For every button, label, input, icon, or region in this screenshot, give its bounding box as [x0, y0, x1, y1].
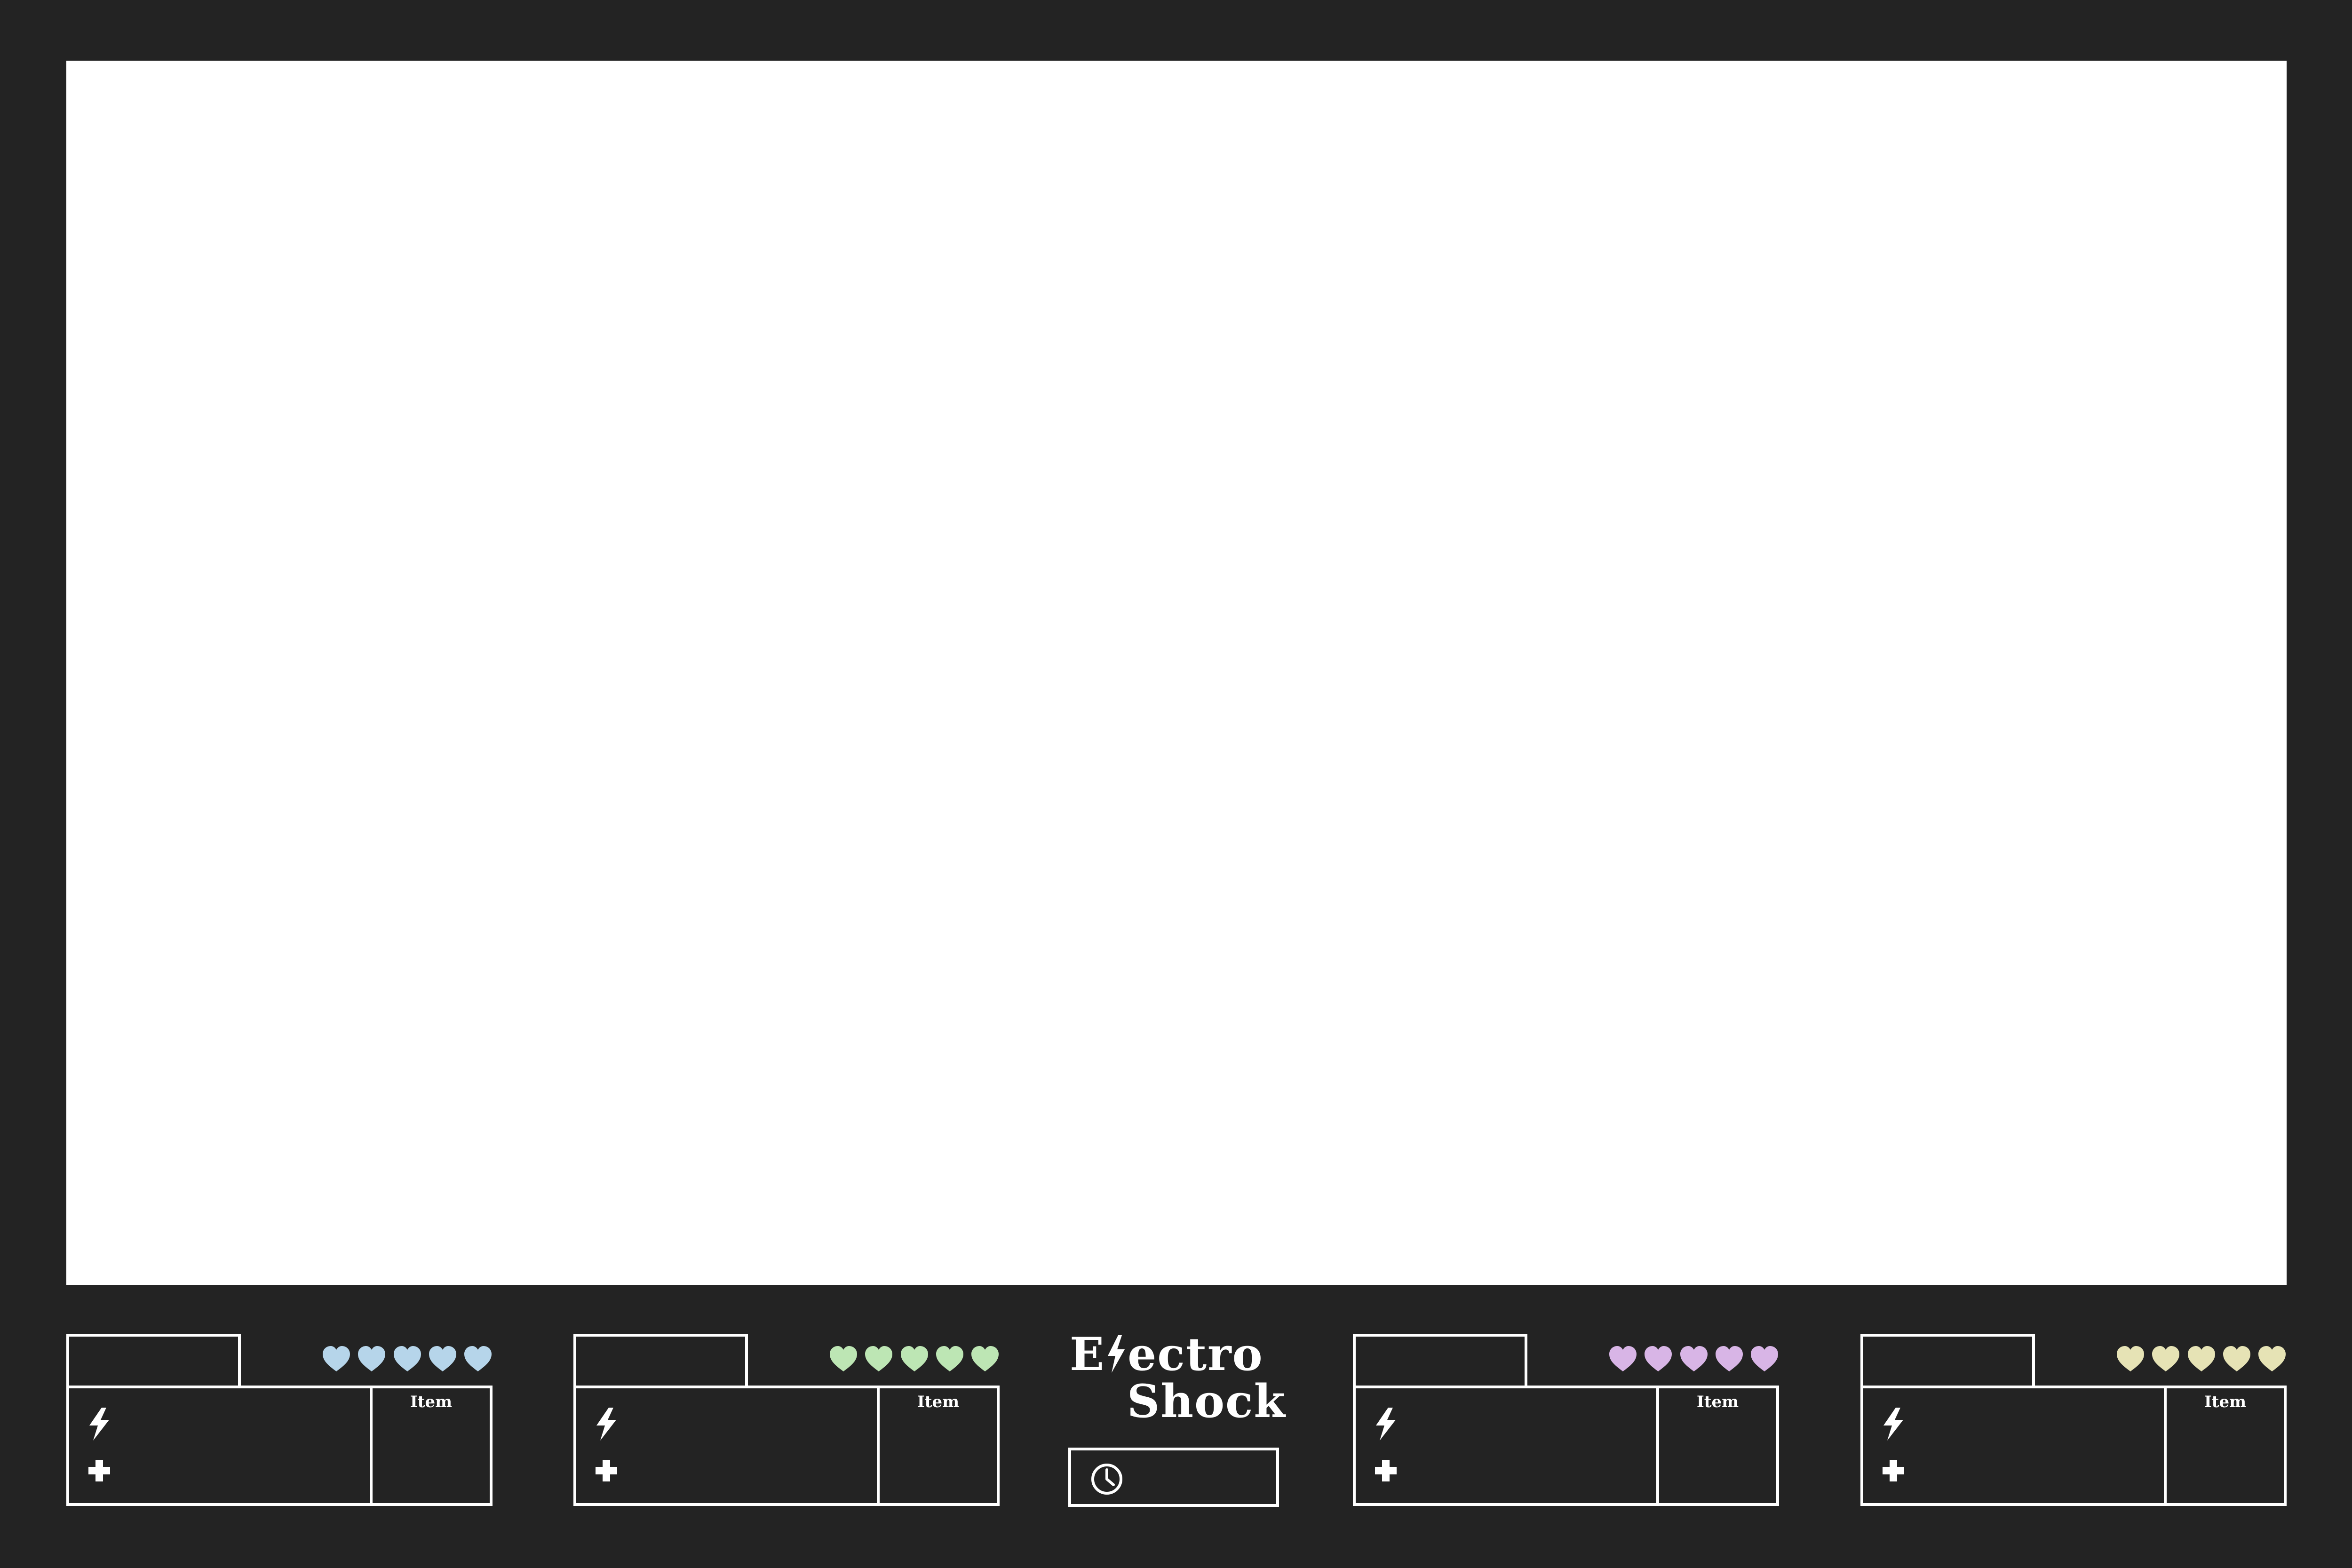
logo-part-2: ectro [1128, 1328, 1263, 1381]
heart-icon [1609, 1346, 1637, 1371]
stats-area [576, 1388, 880, 1503]
heart-icon [2117, 1346, 2144, 1371]
logo-part-1: E [1070, 1328, 1105, 1381]
plus-icon [1375, 1460, 1397, 1481]
plus-icon [596, 1460, 617, 1481]
stats-area [69, 1388, 373, 1503]
health-hearts [2116, 1344, 2287, 1374]
clock-icon [1091, 1464, 1122, 1495]
lightning-bolt-icon [1883, 1408, 1903, 1441]
lightning-bolt-icon [89, 1408, 109, 1441]
item-label: Item [917, 1393, 960, 1411]
lightning-bolt-icon [1376, 1408, 1396, 1441]
heart-icon [358, 1346, 386, 1371]
player-stats-box: Item [573, 1386, 1000, 1506]
player-name-tab [1353, 1334, 1527, 1386]
logo-line-2: Shock [1127, 1375, 1286, 1428]
item-slot[interactable]: Item [880, 1388, 997, 1503]
health-hearts [322, 1344, 493, 1374]
item-label: Item [2204, 1393, 2247, 1411]
logo-line-1: Eectro [1070, 1331, 1263, 1378]
player-panel-4: Item [1860, 1334, 2287, 1506]
game-logo: Eectro Shock [1070, 1331, 1286, 1425]
heart-icon [971, 1346, 999, 1371]
item-label: Item [410, 1393, 453, 1411]
item-slot[interactable]: Item [1659, 1388, 1776, 1503]
plus-icon [88, 1460, 110, 1481]
player-stats-box: Item [1353, 1386, 1779, 1506]
heart-icon [2258, 1346, 2286, 1371]
player-stats-box: Item [1860, 1386, 2287, 1506]
heart-icon [936, 1346, 963, 1371]
health-hearts [829, 1344, 1000, 1374]
stats-area [1356, 1388, 1659, 1503]
heart-icon [1715, 1346, 1743, 1371]
lightning-bolt-icon [596, 1408, 616, 1441]
player-name-tab [66, 1334, 241, 1386]
player-stats-box: Item [66, 1386, 493, 1506]
heart-icon [2187, 1346, 2215, 1371]
player-panel-2: Item [573, 1334, 1000, 1506]
player-name-tab [573, 1334, 748, 1386]
heart-icon [393, 1346, 421, 1371]
player-panel-1: Item [66, 1334, 493, 1506]
item-label: Item [1696, 1393, 1739, 1411]
item-slot[interactable]: Item [373, 1388, 490, 1503]
heart-icon [464, 1346, 492, 1371]
heart-icon [2223, 1346, 2250, 1371]
player-panel-3: Item [1353, 1334, 1779, 1506]
heart-icon [429, 1346, 456, 1371]
timer-box [1068, 1448, 1279, 1507]
heart-icon [1680, 1346, 1708, 1371]
game-viewport[interactable] [66, 61, 2287, 1285]
heart-icon [830, 1346, 857, 1371]
logo-bolt-icon [1108, 1335, 1125, 1373]
heart-icon [1751, 1346, 1778, 1371]
heart-icon [1645, 1346, 1672, 1371]
heart-icon [865, 1346, 893, 1371]
health-hearts [1608, 1344, 1779, 1374]
stats-area [1863, 1388, 2167, 1503]
plus-icon [1883, 1460, 1904, 1481]
heart-icon [900, 1346, 928, 1371]
heart-icon [2152, 1346, 2180, 1371]
heart-icon [323, 1346, 350, 1371]
player-name-tab [1860, 1334, 2035, 1386]
item-slot[interactable]: Item [2167, 1388, 2284, 1503]
